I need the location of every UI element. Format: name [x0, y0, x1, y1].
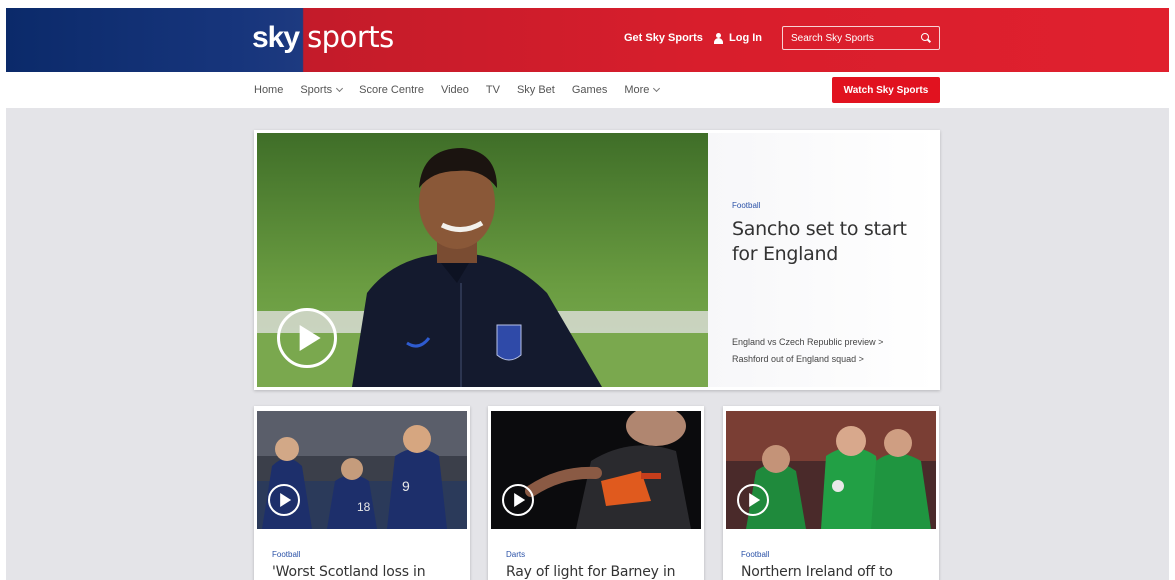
- play-video-icon[interactable]: [502, 484, 534, 516]
- nav-item-video[interactable]: Video: [441, 84, 469, 96]
- story-category[interactable]: Darts: [506, 550, 525, 559]
- nav-item-score-centre[interactable]: Score Centre: [359, 84, 424, 96]
- nav-item-home[interactable]: Home: [254, 84, 283, 96]
- user-icon: [714, 32, 723, 44]
- chevron-down-icon: [336, 84, 344, 93]
- hero-category[interactable]: Football: [732, 201, 760, 210]
- related-link-rashford[interactable]: Rashford out of England squad >: [732, 354, 864, 364]
- page-background: sky sports Get Sky Sports Log In Home Sp…: [6, 8, 1169, 580]
- play-video-icon[interactable]: [737, 484, 769, 516]
- nav-label: TV: [485, 84, 500, 96]
- story-headline[interactable]: Northern Ireland off to: [741, 564, 893, 580]
- search-icon[interactable]: [921, 33, 931, 43]
- story-headline[interactable]: Ray of light for Barney in: [506, 564, 676, 580]
- main-nav: Home Sports Score Centre Video TV Sky Be…: [6, 72, 1169, 108]
- related-link-preview[interactable]: England vs Czech Republic preview >: [732, 337, 883, 347]
- sky-sports-logo[interactable]: sky sports: [252, 20, 394, 56]
- nav-label: Video: [440, 84, 469, 96]
- nav-item-sky-bet[interactable]: Sky Bet: [517, 84, 555, 96]
- story-card[interactable]: Darts Ray of light for Barney in: [488, 406, 704, 580]
- watch-sky-sports-button[interactable]: Watch Sky Sports: [832, 77, 940, 103]
- nav-item-tv[interactable]: TV: [486, 84, 500, 96]
- nav-label: Score Centre: [359, 84, 424, 96]
- get-sky-sports-link[interactable]: Get Sky Sports: [624, 32, 703, 44]
- play-video-icon[interactable]: [277, 308, 337, 368]
- nav-item-games[interactable]: Games: [572, 84, 607, 96]
- chevron-down-icon: [653, 84, 661, 93]
- story-card-image[interactable]: [726, 411, 936, 529]
- nav-item-sports[interactable]: Sports: [300, 84, 344, 96]
- nav-label: Sky Bet: [516, 84, 555, 96]
- search-input[interactable]: [791, 32, 911, 44]
- hero-story[interactable]: Football Sancho set to start for England…: [254, 130, 940, 390]
- search-box: [782, 26, 940, 50]
- hero-text-panel: Football Sancho set to start for England…: [708, 133, 937, 387]
- hero-headline[interactable]: Sancho set to start for England: [732, 217, 922, 267]
- login-label: Log In: [729, 32, 762, 44]
- svg-text:9: 9: [402, 478, 410, 494]
- story-card[interactable]: Football Northern Ireland off to: [723, 406, 939, 580]
- nav-label: Games: [571, 84, 608, 96]
- nav-label: More: [624, 84, 650, 96]
- hero-image[interactable]: [257, 133, 708, 387]
- story-card-image[interactable]: [491, 411, 701, 529]
- svg-text:18: 18: [357, 500, 371, 514]
- story-category[interactable]: Football: [272, 550, 300, 559]
- logo-sky-text: sky: [252, 21, 300, 54]
- top-header-bar: sky sports Get Sky Sports Log In: [6, 8, 1169, 72]
- play-video-icon[interactable]: [268, 484, 300, 516]
- nav-label: Home: [254, 84, 284, 96]
- story-card-image[interactable]: 9 18: [257, 411, 467, 529]
- nav-items: Home Sports Score Centre Video TV Sky Be…: [254, 84, 676, 96]
- nav-item-more[interactable]: More: [624, 84, 661, 96]
- logo-sports-text: sports: [307, 20, 394, 54]
- login-link[interactable]: Log In: [714, 32, 762, 44]
- nav-label: Sports: [300, 84, 333, 96]
- story-category[interactable]: Football: [741, 550, 769, 559]
- story-headline[interactable]: 'Worst Scotland loss in: [272, 564, 426, 580]
- story-card[interactable]: 9 18 Football 'Worst Scotland loss in: [254, 406, 470, 580]
